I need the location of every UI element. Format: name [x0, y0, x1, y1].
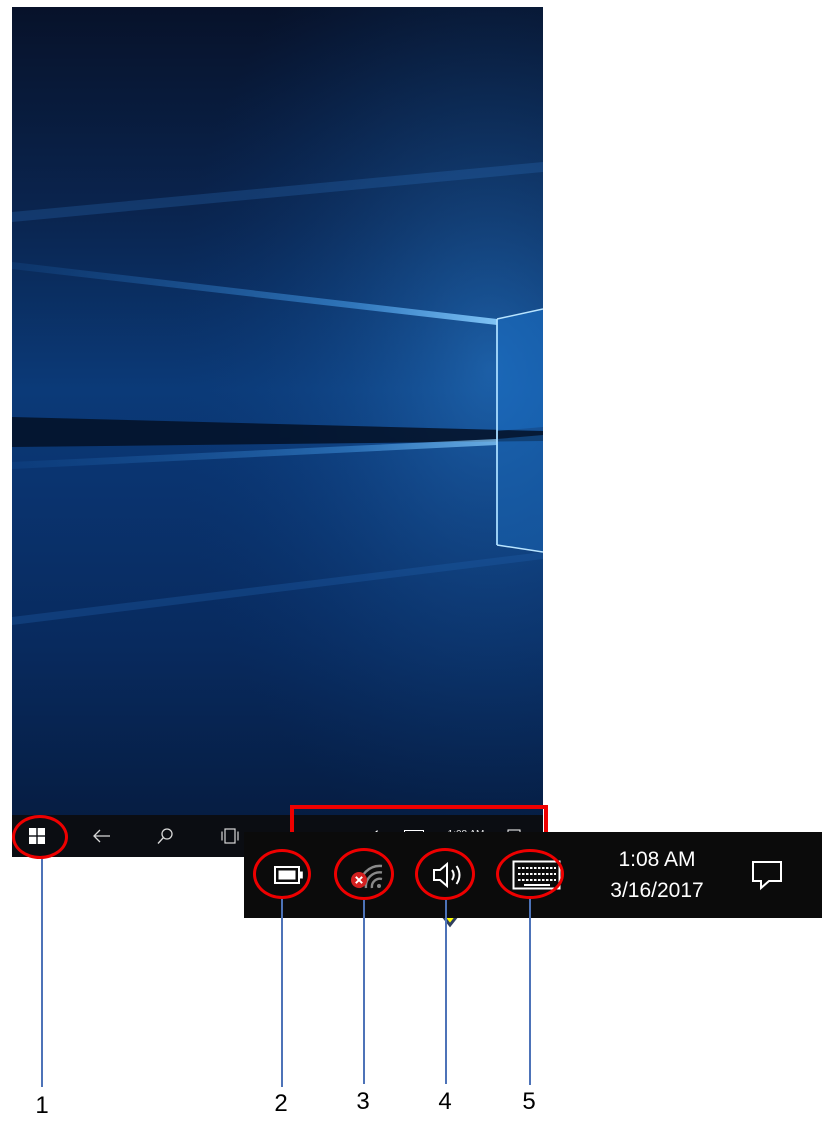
leader-line-5 [529, 899, 531, 1085]
search-icon [157, 827, 173, 844]
back-arrow-icon [93, 829, 110, 843]
back-button[interactable] [87, 815, 117, 857]
keyboard-highlight [496, 849, 564, 899]
task-view-button[interactable] [215, 815, 245, 857]
phone-screen: 1:08 AM 3/16/2017 [12, 7, 543, 857]
battery-highlight [253, 849, 311, 899]
network-highlight [334, 848, 394, 900]
leader-line-1 [41, 859, 43, 1087]
label-2: 2 [274, 1090, 288, 1117]
label-1: 1 [35, 1092, 49, 1119]
label-4: 4 [438, 1088, 452, 1115]
task-view-icon [221, 828, 239, 844]
tray-date: 3/16/2017 [610, 879, 704, 902]
leader-line-4 [445, 900, 447, 1084]
search-button[interactable] [150, 815, 180, 857]
start-button-highlight [12, 815, 68, 859]
action-center-button-large[interactable] [744, 832, 790, 918]
leader-line-2 [281, 899, 283, 1087]
action-center-icon [752, 861, 782, 891]
leader-line-3 [363, 900, 365, 1084]
tray-clock[interactable]: 1:08 AM 3/16/2017 [592, 844, 722, 906]
desktop-wallpaper [12, 7, 543, 815]
label-3: 3 [356, 1088, 370, 1115]
volume-highlight [415, 848, 475, 900]
label-5: 5 [522, 1088, 536, 1115]
tray-time: 1:08 AM [618, 848, 696, 871]
